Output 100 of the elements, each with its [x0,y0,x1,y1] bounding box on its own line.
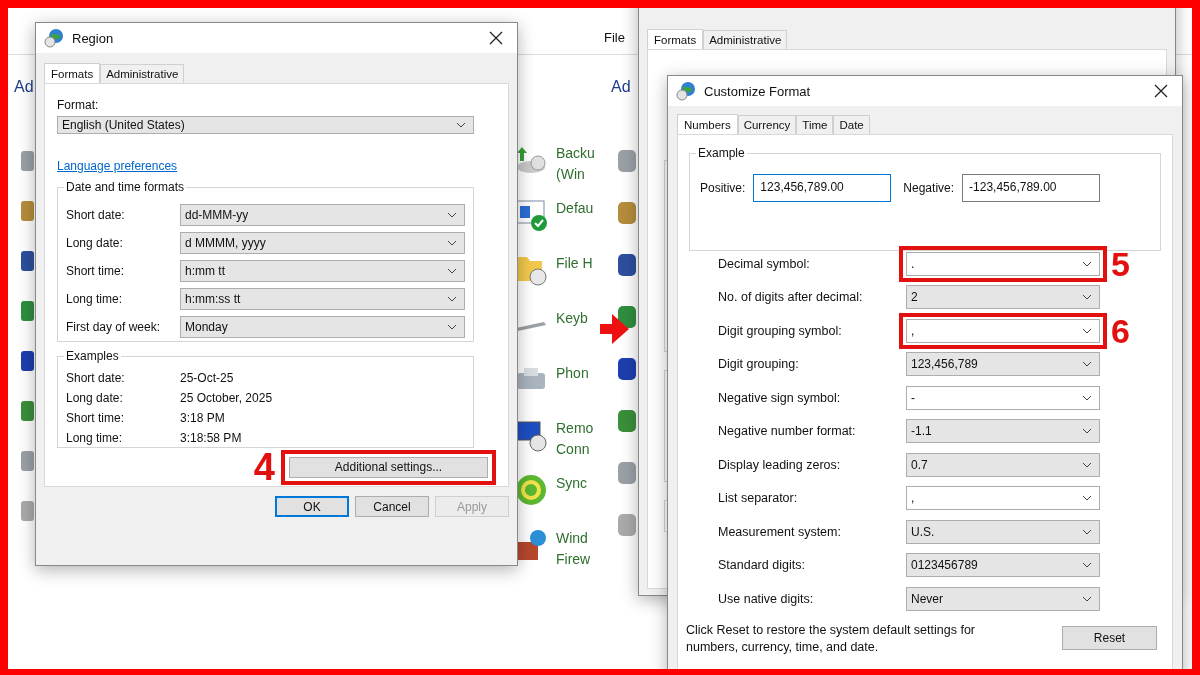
dialog-button[interactable]: OK [275,496,349,517]
control-panel-icon[interactable] [20,248,34,274]
example-label: Short time: [66,411,126,426]
example-label: Short date: [66,371,126,386]
control-panel-icon[interactable] [20,298,34,324]
chevron-icon [456,122,466,128]
format-dropdown[interactable]: U.S. [906,519,1100,544]
globe-icon [676,81,696,101]
field-label: No. of digits after decimal: [718,290,864,305]
control-panel-link[interactable]: Firew [556,549,591,570]
format-dropdown[interactable]: 0123456789 [906,553,1100,578]
field-label: Display leading zeros: [718,457,842,472]
format-dropdown[interactable]: d MMMM, yyyy [180,232,465,254]
tab[interactable]: Administrative [100,64,185,83]
control-panel-link[interactable]: File H [556,253,593,274]
example-value: 25-Oct-25 [180,371,234,386]
tab[interactable]: Currency [737,115,797,134]
negative-field[interactable]: -123,456,789.00 [962,174,1101,202]
field-label: Short date: [66,208,126,222]
format-dropdown[interactable]: , [906,486,1100,511]
control-panel-link[interactable]: Wind [556,528,591,549]
format-dropdown[interactable]: 2 [906,285,1100,310]
control-panel-link[interactable]: Sync [556,473,588,494]
window-title: Customize Format [704,83,812,99]
field-label: Digit grouping: [718,357,800,372]
control-panel-icon[interactable] [20,348,34,374]
window-title: Region [72,30,115,46]
field-label: Negative number format: [718,424,857,439]
language-link[interactable]: Language preferences [57,159,178,173]
chevron-icon [447,240,457,246]
tab[interactable]: Formats [647,29,704,49]
field-label: Digit grouping symbol: [718,323,843,338]
menu-item[interactable]: File [604,30,625,45]
tab[interactable]: Formats [44,63,101,83]
chevron-icon [1082,260,1092,267]
field-label: Long date: [66,236,124,250]
chevron-icon [1082,361,1092,368]
group-title: Date and time formats [64,180,187,194]
chevron-icon [1082,461,1092,468]
chevron-icon [447,212,457,218]
format-label: Format: [57,98,100,112]
group-title: Example [696,146,747,160]
control-panel-link[interactable]: Conn [556,439,594,460]
field-label: Standard digits: [718,558,806,573]
chevron-icon [1082,528,1092,535]
close-icon[interactable] [1154,84,1168,98]
example-label: Long time: [66,431,124,446]
field-label: Measurement system: [718,524,842,539]
chevron-icon [1082,495,1092,502]
globe-icon [44,28,64,48]
control-panel-link[interactable]: Remo [556,418,594,439]
format-dropdown[interactable]: h:mm tt [180,260,465,282]
field-label: Positive: [700,181,746,195]
example-label: Long date: [66,391,124,406]
chevron-icon [1082,562,1092,569]
tab[interactable]: Administrative [703,30,788,49]
close-icon[interactable] [489,31,503,45]
tab[interactable]: Numbers [677,114,738,134]
dialog-button[interactable]: Cancel [355,496,429,517]
chevron-icon [447,324,457,330]
control-panel-link[interactable]: (Win [556,164,595,185]
step-number: 5 [1111,246,1130,281]
chevron-icon [1082,595,1092,602]
field-label: Long time: [66,292,124,306]
example-value: 25 October, 2025 [180,391,273,406]
field-label: Use native digits: [718,591,815,606]
example-value: 3:18:58 PM [180,431,242,446]
format-dropdown[interactable]: h:mm:ss tt [180,288,465,310]
field-label: List separator: [718,491,799,506]
format-dropdown[interactable]: English (United States) [57,116,474,134]
format-dropdown[interactable]: , [906,318,1100,343]
step-number: 6 [1111,313,1130,348]
format-dropdown[interactable]: 123,456,789 [906,352,1100,377]
group-title: Examples [64,349,121,364]
chevron-icon [1082,327,1092,334]
page-heading: Ad [611,78,631,96]
additional-settings-button[interactable]: Additional settings... [289,456,488,478]
field-label: Short time: [66,264,126,278]
format-dropdown[interactable]: Monday [180,316,465,338]
reset-note: Click Reset to restore the system default settings for numbers, currency, time, and date. [686,621,976,656]
control-panel-link[interactable]: Backu [556,143,595,164]
field-label: First day of week: [66,320,162,334]
format-dropdown[interactable]: . [906,251,1100,276]
tab[interactable]: Date [833,115,870,134]
format-dropdown[interactable]: -1.1 [906,419,1100,444]
control-panel-link[interactable]: Keyb [556,308,588,329]
positive-field[interactable]: 123,456,789.00 [753,174,892,202]
format-dropdown[interactable]: 0.7 [906,452,1100,477]
format-dropdown[interactable]: dd-MMM-yy [180,204,465,226]
chevron-icon [1082,294,1092,301]
reset-button[interactable]: Reset [1062,625,1157,650]
pointer-arrow [600,314,629,344]
control-panel-link[interactable]: Defau [556,198,594,219]
format-dropdown[interactable]: - [906,385,1100,410]
format-dropdown[interactable]: Never [906,586,1100,611]
control-panel-icon[interactable] [20,398,34,424]
control-panel-link[interactable]: Phon [556,363,589,384]
tab[interactable]: Time [796,115,834,134]
example-value: 3:18 PM [180,411,225,426]
page-heading: Ad [14,78,34,96]
